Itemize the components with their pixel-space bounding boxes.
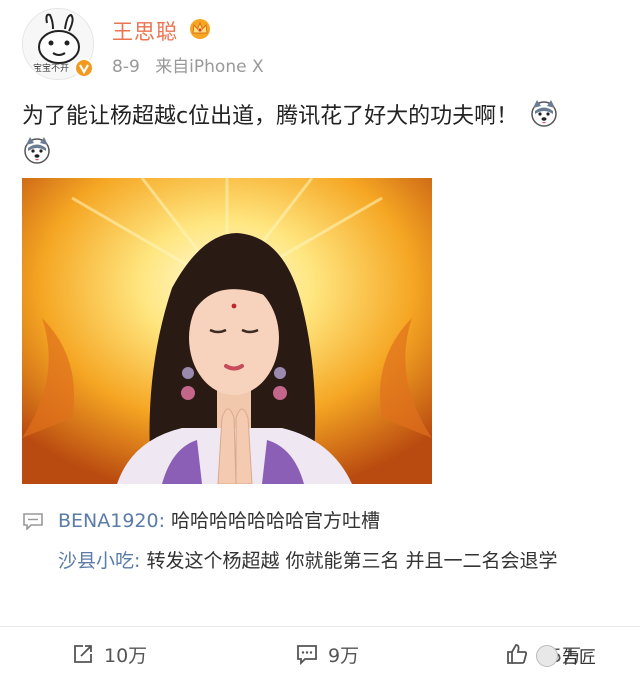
comment-button[interactable]: 9万	[296, 640, 359, 668]
thumbs-up-icon	[507, 644, 528, 664]
comment-item: 沙县小吃: 转发这个杨超越 你就能第三名 并且一二名会退学	[58, 544, 628, 578]
repost-count: 10万	[104, 644, 148, 667]
post-image[interactable]	[22, 178, 432, 484]
comment-icon	[297, 645, 317, 665]
post-date: 8-9	[112, 57, 140, 77]
post-text: 为了能让杨超越c位出道，腾讯花了好大的功夫啊！	[22, 98, 622, 172]
v-badge-icon	[74, 58, 94, 78]
comment-bubble-icon	[23, 513, 43, 530]
weibo-post-card: 宝宝不开 王思聪 8-9 来自iPhone X 为了能让杨超越c位出道，腾讯花了…	[0, 0, 640, 686]
comment-count: 9万	[328, 644, 360, 667]
comment-text: 转发这个杨超越 你就能第三名 并且一二名会退学	[140, 550, 558, 572]
repost-icon	[74, 645, 92, 663]
comment-author[interactable]: BENA1920:	[58, 510, 165, 532]
post-source[interactable]: 来自iPhone X	[155, 57, 263, 77]
author-name[interactable]: 王思聪	[112, 16, 178, 46]
watermark: 告匠	[536, 643, 596, 668]
husky-emoji-icon	[531, 100, 557, 127]
footer-divider	[0, 626, 640, 627]
post-meta: 8-9 来自iPhone X	[112, 52, 264, 77]
repost-button[interactable]: 10万	[72, 640, 147, 668]
comment-author[interactable]: 沙县小吃:	[58, 550, 140, 572]
watermark-text: 告匠	[562, 648, 596, 668]
comment-text: 哈哈哈哈哈哈哈官方吐槽	[165, 510, 381, 532]
praying-woman-image	[22, 178, 432, 484]
husky-emoji-icon	[24, 137, 50, 164]
avatar-caption: 宝宝不开	[33, 64, 70, 74]
comment-item: BENA1920: 哈哈哈哈哈哈哈官方吐槽	[58, 506, 380, 533]
crown-icon	[190, 19, 210, 39]
wechat-logo-icon	[536, 644, 558, 667]
post-text-content: 为了能让杨超越c位出道，腾讯花了好大的功夫啊！	[22, 104, 519, 129]
